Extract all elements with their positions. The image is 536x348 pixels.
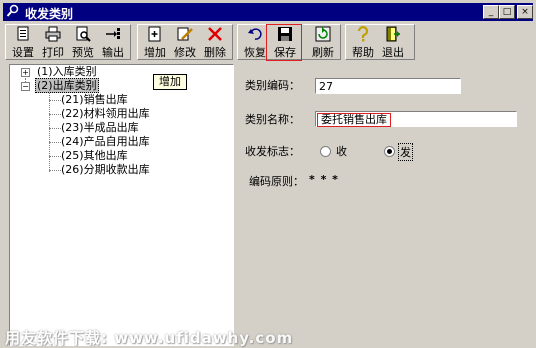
export-icon (106, 28, 120, 39)
tree-node-21[interactable]: (21)销售出库 (61, 93, 128, 107)
exit-icon (386, 26, 400, 42)
print-button[interactable]: 打印 (39, 25, 67, 59)
preview-button[interactable]: 预览 (69, 25, 97, 59)
radio-selected-dot (387, 149, 392, 154)
tree-node-label: (25)其他出库 (61, 149, 128, 162)
export-button[interactable]: 输出 (99, 25, 127, 59)
refresh-icon (315, 26, 331, 42)
tree-line (49, 100, 61, 101)
tree-node-label: (23)半成品出库 (61, 121, 139, 134)
app-window: 收发类别 _ □ × 设置 打印 预览 输出 增加 修改 删除 恢复 保存 刷新… (0, 0, 536, 348)
undo-icon (248, 28, 262, 40)
issue-radio[interactable] (384, 146, 395, 157)
delete-label: 删除 (204, 46, 226, 59)
tree-node-26[interactable]: (26)分期收款出库 (61, 163, 150, 177)
title-bar[interactable]: 收发类别 _ □ × (3, 3, 533, 21)
edit-button[interactable]: 修改 (171, 25, 199, 59)
close-button[interactable]: × (517, 5, 533, 19)
exit-button[interactable]: 退出 (379, 25, 407, 59)
settings-button[interactable]: 设置 (9, 25, 37, 59)
help-button[interactable]: 帮助 (349, 25, 377, 59)
exit-label: 退出 (382, 46, 404, 59)
tree-node-label: (22)材料领用出库 (61, 107, 150, 120)
code-input[interactable]: 27 (315, 78, 461, 94)
tree-node-outbound[interactable]: (2)出库类别 (35, 78, 99, 93)
delete-button[interactable]: 删除 (201, 25, 229, 59)
settings-icon (17, 26, 29, 41)
tree-node-22[interactable]: (22)材料领用出库 (61, 107, 150, 121)
export-label: 输出 (102, 46, 124, 59)
tree-node-24[interactable]: (24)产品自用出库 (61, 135, 150, 149)
tree-node-inbound[interactable]: (1)入库类别 (37, 65, 97, 79)
issue-radio-label[interactable]: 发 (398, 143, 413, 161)
name-label: 类别名称： (245, 113, 300, 126)
tree-node-label: (2)出库类别 (35, 78, 99, 93)
maximize-button[interactable]: □ (499, 5, 515, 19)
code-label: 类别编码： (245, 79, 300, 92)
name-input[interactable]: 委托销售出库 (315, 111, 517, 127)
rule-value: * * * (309, 173, 339, 186)
tree-line (49, 156, 61, 157)
tree-line (49, 128, 61, 129)
tree-node-label: (1)入库类别 (37, 65, 97, 78)
tree-node-label: (24)产品自用出库 (61, 135, 150, 148)
tooltip: 增加 (153, 74, 187, 90)
watermark: 用友软件下载: www.ufidawhy.com (5, 329, 294, 347)
tree-line (49, 92, 50, 172)
undo-button[interactable]: 恢复 (241, 25, 269, 59)
tree-line (49, 114, 61, 115)
window-title: 收发类别 (25, 7, 74, 21)
tree-line (49, 170, 61, 171)
add-button[interactable]: 增加 (141, 25, 169, 59)
edit-icon (177, 27, 193, 41)
help-icon (357, 26, 369, 42)
toolbar: 设置 打印 预览 输出 增加 修改 删除 恢复 保存 刷新 帮助 退出 (3, 23, 533, 61)
tree-node-label: (26)分期收款出库 (61, 163, 150, 176)
tree-node-25[interactable]: (25)其他出库 (61, 149, 128, 163)
tree-node-23[interactable]: (23)半成品出库 (61, 121, 139, 135)
save-highlight (266, 24, 302, 61)
receive-radio-label[interactable]: 收 (336, 143, 347, 159)
receive-radio[interactable] (320, 146, 331, 157)
collapse-toggle-outbound[interactable]: − (21, 82, 30, 91)
refresh-button[interactable]: 刷新 (309, 25, 337, 59)
tree-line (49, 142, 61, 143)
splitter[interactable] (234, 63, 237, 347)
refresh-label: 刷新 (312, 46, 334, 59)
print-icon (45, 26, 61, 42)
flag-label: 收发标志： (245, 145, 300, 158)
delete-icon (208, 27, 222, 41)
tree-node-label: (21)销售出库 (61, 93, 128, 106)
magnifier-icon (6, 4, 19, 17)
category-tree[interactable]: + (1)入库类别 − (2)出库类别 (21)销售出库 (22)材料领用出库 … (9, 64, 234, 346)
name-input-value: 委托销售出库 (317, 113, 391, 127)
rule-label: 编码原则： (249, 175, 304, 188)
minimize-button[interactable]: _ (483, 5, 499, 19)
preview-icon (76, 26, 91, 42)
expand-toggle-inbound[interactable]: + (21, 68, 30, 77)
add-icon (148, 26, 161, 42)
